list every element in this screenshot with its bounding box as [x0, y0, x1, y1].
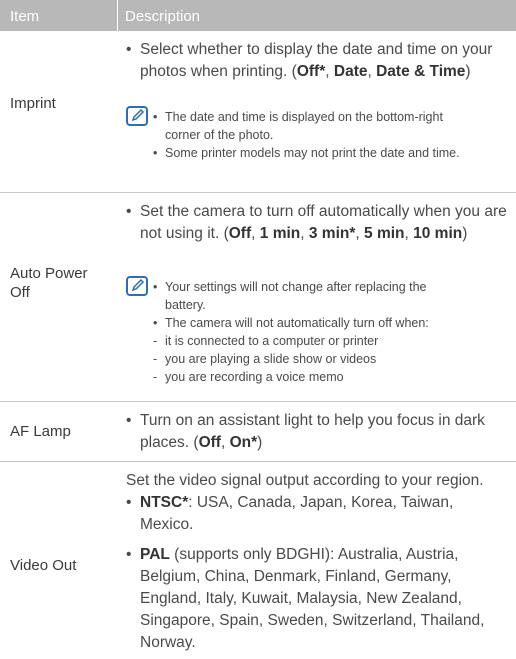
header-divider — [117, 0, 118, 31]
auto-power-note-1: Your settings will not change after repl… — [153, 278, 453, 314]
table-header: Item Description — [0, 0, 516, 31]
auto-power-sub-1: it is connected to a computer or printer — [153, 332, 453, 350]
auto-power-sub-3: you are recording a voice memo — [153, 368, 453, 386]
video-out-description: Set the video signal output according to… — [126, 470, 511, 654]
row-label-af-lamp: AF Lamp — [10, 423, 71, 440]
imprint-note-2: Some printer models may not print the da… — [153, 144, 473, 162]
note-pencil-icon — [126, 106, 148, 126]
table-row-video-out: Video Out Set the video signal output ac… — [0, 462, 516, 659]
row-label-video-out: Video Out — [10, 557, 77, 574]
table-row-af-lamp: AF Lamp Turn on an assistant light to he… — [0, 402, 516, 462]
header-item: Item — [10, 8, 40, 25]
header-description: Description — [125, 8, 201, 25]
auto-power-note-2: The camera will not automatically turn o… — [153, 314, 453, 332]
auto-power-bullet: Set the camera to turn off automatically… — [126, 201, 511, 245]
af-lamp-description: Turn on an assistant light to help you f… — [126, 410, 511, 454]
af-lamp-bullet: Turn on an assistant light to help you f… — [126, 410, 511, 454]
auto-power-description: Set the camera to turn off automatically… — [126, 201, 511, 245]
note-pencil-icon — [126, 276, 148, 296]
table-row-imprint: Imprint Select whether to display the da… — [0, 31, 516, 193]
imprint-description: Select whether to display the date and t… — [126, 39, 511, 83]
video-out-ntsc: NTSC*: USA, Canada, Japan, Korea, Taiwan… — [126, 492, 511, 536]
table-row-auto-power-off: Auto Power Off Set the camera to turn of… — [0, 193, 516, 402]
row-label-imprint: Imprint — [10, 95, 56, 112]
auto-power-sub-2: you are playing a slide show or videos — [153, 350, 453, 368]
video-out-intro: Set the video signal output according to… — [126, 472, 484, 489]
video-out-pal: PAL (supports only BDGHI): Australia, Au… — [126, 544, 511, 654]
imprint-note-1: The date and time is displayed on the bo… — [153, 108, 473, 144]
row-label-auto-power-off: Auto Power Off — [10, 265, 88, 301]
imprint-bullet: Select whether to display the date and t… — [126, 39, 511, 83]
